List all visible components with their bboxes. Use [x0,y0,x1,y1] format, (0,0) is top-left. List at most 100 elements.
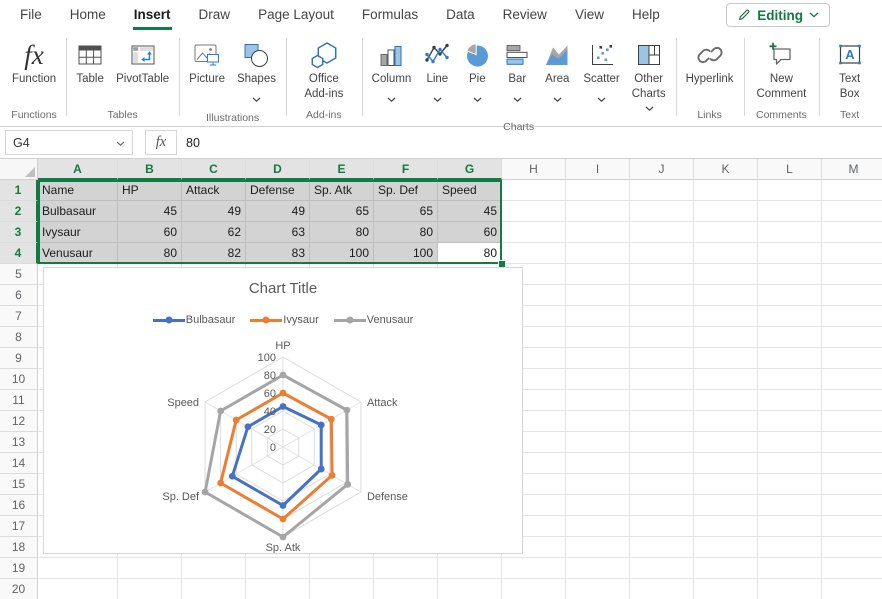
row-header-1[interactable]: 1 [0,180,38,201]
row-header-14[interactable]: 14 [0,453,38,474]
cell-j16[interactable] [630,495,694,516]
row-header-8[interactable]: 8 [0,327,38,348]
column-header-i[interactable]: I [566,159,630,180]
cell-a20[interactable] [38,579,118,599]
cell-i9[interactable] [566,348,630,369]
row-header-15[interactable]: 15 [0,474,38,495]
cell-k8[interactable] [694,327,758,348]
cell-k16[interactable] [694,495,758,516]
column-header-h[interactable]: H [502,159,566,180]
cell-k3[interactable] [694,222,758,243]
cell-k19[interactable] [694,558,758,579]
cell-m19[interactable] [822,558,882,579]
cell-l11[interactable] [758,390,822,411]
row-header-19[interactable]: 19 [0,558,38,579]
new-comment-button[interactable]: New Comment [749,36,815,102]
cell-j5[interactable] [630,264,694,285]
cell-l19[interactable] [758,558,822,579]
cell-l12[interactable] [758,411,822,432]
editing-mode-button[interactable]: Editing [726,3,830,27]
fx-button[interactable]: fx [145,130,177,155]
cell-l3[interactable] [758,222,822,243]
cell-b1[interactable]: HP [118,180,182,201]
cell-m7[interactable] [822,306,882,327]
column-header-j[interactable]: J [630,159,694,180]
cell-i4[interactable] [566,243,630,264]
cell-l6[interactable] [758,285,822,306]
cell-l8[interactable] [758,327,822,348]
area-button[interactable]: Area [538,36,576,108]
cell-k15[interactable] [694,474,758,495]
cell-i16[interactable] [566,495,630,516]
office-add-ins-button[interactable]: Office Add-ins [291,36,357,102]
cell-l20[interactable] [758,579,822,599]
cell-m6[interactable] [822,285,882,306]
row-header-13[interactable]: 13 [0,432,38,453]
column-header-a[interactable]: A [38,159,118,180]
cell-i17[interactable] [566,516,630,537]
cell-h20[interactable] [502,579,566,599]
cell-k11[interactable] [694,390,758,411]
cell-k9[interactable] [694,348,758,369]
cell-k6[interactable] [694,285,758,306]
cell-e2[interactable]: 65 [310,201,374,222]
cell-m20[interactable] [822,579,882,599]
cell-b4[interactable]: 80 [118,243,182,264]
row-header-3[interactable]: 3 [0,222,38,243]
text-box-button[interactable]: AText Box [824,36,875,102]
cell-k10[interactable] [694,369,758,390]
menu-tab-file[interactable]: File [6,0,56,30]
cell-d1[interactable]: Defense [246,180,310,201]
cell-a2[interactable]: Bulbasaur [38,201,118,222]
cell-h1[interactable] [502,180,566,201]
column-header-l[interactable]: L [758,159,822,180]
cell-f19[interactable] [374,558,438,579]
cell-i6[interactable] [566,285,630,306]
cell-l13[interactable] [758,432,822,453]
other-charts-button[interactable]: Other Charts [627,36,671,117]
cell-h2[interactable] [502,201,566,222]
hyperlink-button[interactable]: Hyperlink [681,36,739,87]
cell-c19[interactable] [182,558,246,579]
cell-i2[interactable] [566,201,630,222]
cell-b20[interactable] [118,579,182,599]
cell-j4[interactable] [630,243,694,264]
cell-i5[interactable] [566,264,630,285]
picture-button[interactable]: Picture [184,36,230,87]
cell-d2[interactable]: 49 [246,201,310,222]
cell-j1[interactable] [630,180,694,201]
cell-a4[interactable]: Venusaur [38,243,118,264]
cell-f4[interactable]: 100 [374,243,438,264]
cell-i1[interactable] [566,180,630,201]
scatter-button[interactable]: Scatter [578,36,624,108]
cell-k4[interactable] [694,243,758,264]
cell-h3[interactable] [502,222,566,243]
row-header-7[interactable]: 7 [0,306,38,327]
cell-m15[interactable] [822,474,882,495]
cell-m10[interactable] [822,369,882,390]
cell-m4[interactable] [822,243,882,264]
cell-g4-active[interactable]: 80 [438,243,502,264]
cell-m12[interactable] [822,411,882,432]
cell-e20[interactable] [310,579,374,599]
cell-e1[interactable]: Sp. Atk [310,180,374,201]
cell-j14[interactable] [630,453,694,474]
cell-c20[interactable] [182,579,246,599]
row-header-2[interactable]: 2 [0,201,38,222]
cell-l16[interactable] [758,495,822,516]
row-header-4[interactable]: 4 [0,243,38,264]
menu-tab-insert[interactable]: Insert [120,0,185,30]
cell-i18[interactable] [566,537,630,558]
row-header-10[interactable]: 10 [0,369,38,390]
column-header-d[interactable]: D [246,159,310,180]
cell-d4[interactable]: 83 [246,243,310,264]
cell-l17[interactable] [758,516,822,537]
cell-m9[interactable] [822,348,882,369]
cell-f1[interactable]: Sp. Def [374,180,438,201]
cell-k12[interactable] [694,411,758,432]
cell-l7[interactable] [758,306,822,327]
cell-m8[interactable] [822,327,882,348]
cell-b3[interactable]: 60 [118,222,182,243]
cell-j12[interactable] [630,411,694,432]
cell-m18[interactable] [822,537,882,558]
